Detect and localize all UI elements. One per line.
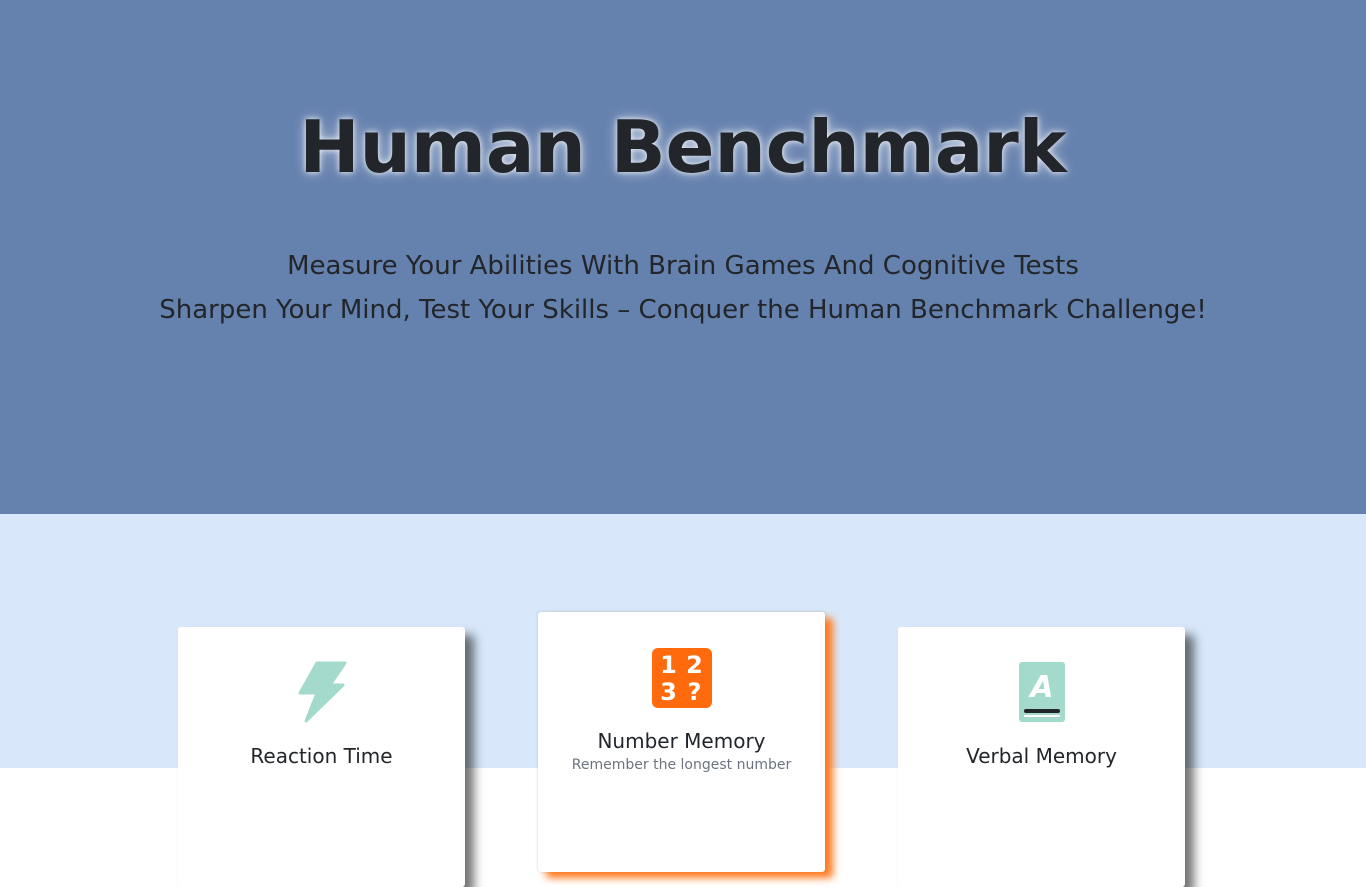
card-reaction-time[interactable]: Reaction Time [178, 627, 465, 887]
icon-digit: 2 [686, 650, 703, 679]
hero-subtitle-line-1: Measure Your Abilities With Brain Games … [287, 251, 1079, 281]
book-letter-icon: A [898, 661, 1185, 723]
number-grid-icon: 1 2 3 ? [651, 648, 712, 708]
card-title: Reaction Time [250, 744, 393, 768]
hero-section: Human Benchmark Measure Your Abilities W… [0, 0, 1366, 514]
number-grid-icon-wrapper: 1 2 3 ? [538, 647, 825, 709]
icon-digit: ? [687, 677, 702, 706]
card-title: Verbal Memory [966, 744, 1117, 768]
page-title: Human Benchmark [299, 105, 1067, 189]
card-title: Number Memory [597, 729, 766, 753]
card-verbal-memory[interactable]: A Verbal Memory [898, 627, 1185, 887]
card-description: Remember the longest number [571, 757, 792, 773]
icon-digit: 3 [660, 677, 677, 706]
svg-text:A: A [1028, 670, 1053, 705]
icon-digit: 1 [660, 650, 677, 679]
hero-subtitle-line-2: Sharpen Your Mind, Test Your Skills – Co… [159, 295, 1207, 325]
lightning-icon [178, 661, 465, 723]
card-number-memory[interactable]: 1 2 3 ? Number Memory Remember the longe… [538, 612, 825, 872]
